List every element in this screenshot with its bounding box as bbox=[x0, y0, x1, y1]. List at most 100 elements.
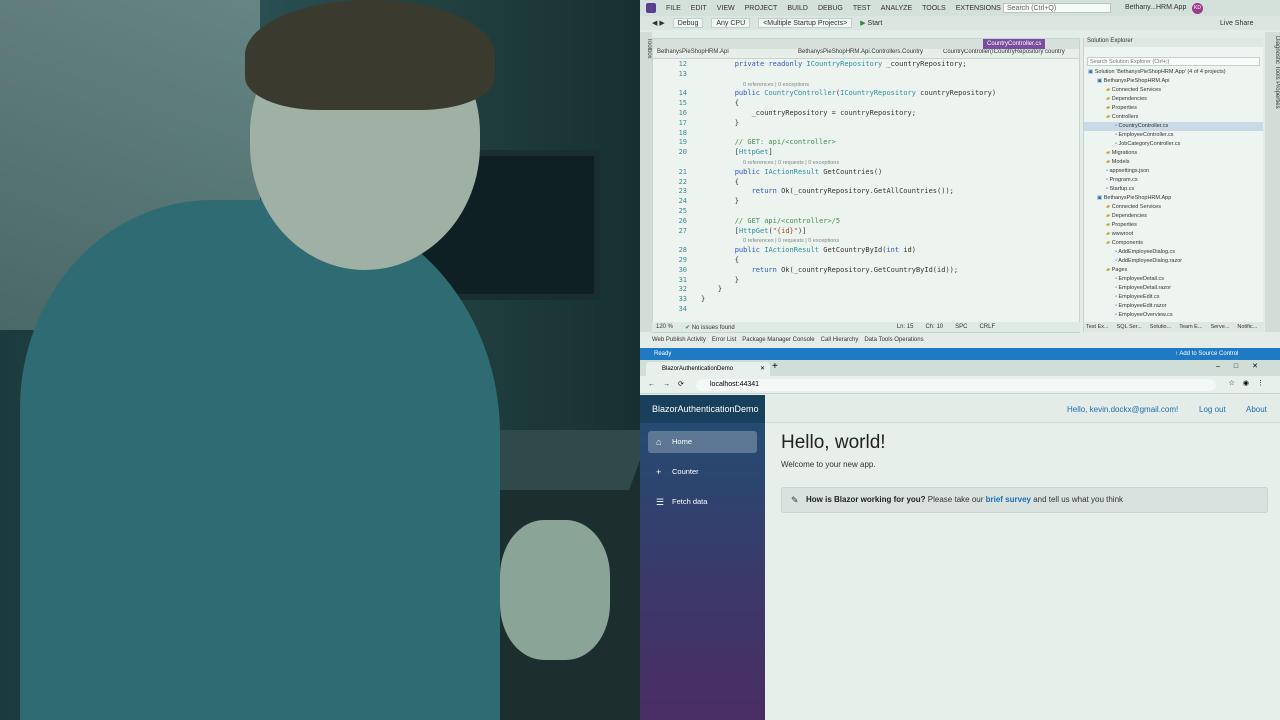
browser-tab[interactable]: BlazorAuthenticationDemo ✕ bbox=[646, 362, 770, 376]
vs-search-input[interactable]: Search (Ctrl+Q) bbox=[1003, 3, 1111, 13]
tree-item[interactable]: ▫ AddEmployeeDialog.cs bbox=[1084, 248, 1263, 257]
editor-status: 120 % ✔ No issues found Ln: 15 Ch: 10 SP… bbox=[652, 322, 1080, 332]
class-dropdown[interactable]: BethanysPieShopHRM.Api.Controllers.Count… bbox=[798, 49, 923, 55]
tree-item[interactable]: ▰ wwwroot bbox=[1084, 230, 1263, 239]
menu-item-tools[interactable]: TOOLS bbox=[922, 5, 946, 12]
solution-footer-tab[interactable]: Notific... bbox=[1237, 324, 1257, 330]
project-dropdown[interactable]: BethanysPieShopHRM.Api bbox=[657, 49, 729, 55]
about-link[interactable]: About bbox=[1246, 405, 1267, 414]
tree-item[interactable]: ▫ EmployeeOverview.cs bbox=[1084, 311, 1263, 320]
tree-item[interactable]: ▰ Properties bbox=[1084, 104, 1263, 113]
start-button[interactable]: ▶ Start bbox=[860, 19, 882, 27]
codelens-info[interactable]: 0 references | 0 requests | 0 exceptions bbox=[653, 238, 839, 244]
app-brand[interactable]: BlazorAuthenticationDemo bbox=[640, 395, 765, 423]
user-greeting-link[interactable]: Hello, kevin.dockx@gmail.com! bbox=[1067, 405, 1178, 414]
code-text: } bbox=[701, 197, 739, 206]
code-area[interactable]: 12 private readonly ICountryRepository _… bbox=[653, 60, 1073, 322]
bottom-tab[interactable]: Call Hierarchy bbox=[821, 337, 859, 343]
tree-item[interactable]: ▣ Solution 'BethanysPieShopHRM.App' (4 o… bbox=[1084, 68, 1263, 77]
zoom-level[interactable]: 120 % bbox=[656, 324, 673, 330]
solution-footer-tab[interactable]: Solutio... bbox=[1150, 324, 1171, 330]
new-tab-icon[interactable]: + bbox=[772, 361, 778, 372]
menu-item-debug[interactable]: DEBUG bbox=[818, 5, 843, 12]
diagnostic-tools-strip[interactable]: Diagnostic Tools Properties bbox=[1265, 32, 1280, 332]
tree-item[interactable]: ▰ Connected Services bbox=[1084, 203, 1263, 212]
tree-item[interactable]: ▰ Models bbox=[1084, 158, 1263, 167]
tree-item[interactable]: ▰ Connected Services bbox=[1084, 86, 1263, 95]
tree-item[interactable]: ▰ Migrations bbox=[1084, 149, 1263, 158]
tree-item[interactable]: ▫ Program.cs bbox=[1084, 176, 1263, 185]
bottom-tab[interactable]: Error List bbox=[712, 337, 736, 343]
nav-buttons[interactable]: ←→⟳ bbox=[648, 380, 692, 388]
bottom-tab[interactable]: Package Manager Console bbox=[742, 337, 814, 343]
tree-item-selected[interactable]: ▫ CountryController.cs bbox=[1084, 122, 1263, 131]
tab-country-controller[interactable]: CountryController.cs bbox=[983, 39, 1046, 49]
code-line: 32 } bbox=[653, 285, 1073, 295]
browser-tabstrip: BlazorAuthenticationDemo ✕ + –□✕ bbox=[640, 360, 1280, 376]
tree-item[interactable]: ▣ BethanysPieShopHRM.Api bbox=[1084, 77, 1263, 86]
tree-item[interactable]: ▫ EmployeeDetail.razor bbox=[1084, 284, 1263, 293]
tree-item[interactable]: ▫ Startup.cs bbox=[1084, 185, 1263, 194]
code-line: 12 private readonly ICountryRepository _… bbox=[653, 60, 1073, 70]
tree-item[interactable]: ▰ Dependencies bbox=[1084, 212, 1263, 221]
close-tab-icon[interactable]: ✕ bbox=[760, 362, 765, 376]
nav-item-fetch-data[interactable]: ☰ Fetch data bbox=[648, 491, 757, 513]
menu-item-test[interactable]: TEST bbox=[853, 5, 871, 12]
bottom-tab[interactable]: Web Publish Activity bbox=[652, 337, 706, 343]
solution-footer-tab[interactable]: SQL Ser... bbox=[1117, 324, 1142, 330]
tree-item[interactable]: ▰ Pages bbox=[1084, 266, 1263, 275]
tree-item-label: Pages bbox=[1111, 267, 1128, 273]
nav-back-icon[interactable]: ◀ ▶ bbox=[652, 19, 665, 27]
tree-item[interactable]: ▣ BethanysPieShopHRM.App bbox=[1084, 194, 1263, 203]
nav-item-counter[interactable]: + Counter bbox=[648, 461, 757, 483]
tree-item[interactable]: ▰ Controllers bbox=[1084, 113, 1263, 122]
url-input[interactable]: localhost:44341 bbox=[696, 379, 1216, 391]
menu-item-view[interactable]: VIEW bbox=[717, 5, 735, 12]
user-avatar[interactable]: KD bbox=[1192, 3, 1203, 14]
menu-item-build[interactable]: BUILD bbox=[787, 5, 808, 12]
tree-item[interactable]: ▫ EmployeeEdit.cs bbox=[1084, 293, 1263, 302]
menu-item-extensions[interactable]: EXTENSIONS bbox=[956, 5, 1001, 12]
code-line: 18 bbox=[653, 129, 1073, 139]
startup-select[interactable]: <Multiple Startup Projects> bbox=[758, 18, 853, 28]
tree-item[interactable]: ▰ Components bbox=[1084, 239, 1263, 248]
profile-icon[interactable]: ☆◉⋮ bbox=[1229, 379, 1272, 387]
platform-select[interactable]: Any CPU bbox=[711, 18, 751, 28]
tree-item[interactable]: ▫ EmployeeController.cs bbox=[1084, 131, 1263, 140]
code-line: 21 public IActionResult GetCountries() bbox=[653, 168, 1073, 178]
tree-item[interactable]: ▫ AddEmployeeDialog.razor bbox=[1084, 257, 1263, 266]
codelens-info[interactable]: 0 references | 0 requests | 0 exceptions bbox=[653, 160, 839, 166]
toolbox-strip[interactable]: Toolbox bbox=[640, 32, 652, 332]
solution-footer-tab[interactable]: Serve... bbox=[1210, 324, 1229, 330]
menu-item-file[interactable]: FILE bbox=[666, 5, 681, 12]
live-share-button[interactable]: Live Share bbox=[1220, 20, 1253, 27]
menu-item-edit[interactable]: EDIT bbox=[691, 5, 707, 12]
column-number: Ch: 10 bbox=[925, 324, 944, 330]
code-line: 20 [HttpGet] bbox=[653, 148, 1073, 158]
config-select[interactable]: Debug bbox=[672, 18, 704, 28]
solution-footer-tab[interactable]: Test Ex... bbox=[1086, 324, 1109, 330]
nav-item-home[interactable]: ⌂ Home bbox=[648, 431, 757, 453]
solution-footer-tab[interactable]: Team E... bbox=[1179, 324, 1202, 330]
tree-item[interactable]: ▫ EmployeeEdit.razor bbox=[1084, 302, 1263, 311]
menu-item-analyze[interactable]: ANALYZE bbox=[881, 5, 912, 12]
address-bar: ←→⟳ localhost:44341 ☆◉⋮ bbox=[640, 376, 1280, 394]
logout-link[interactable]: Log out bbox=[1199, 405, 1226, 414]
tree-item[interactable]: ▰ Dependencies bbox=[1084, 95, 1263, 104]
brief-survey-link[interactable]: brief survey bbox=[986, 495, 1031, 504]
survey-question: How is Blazor working for you? bbox=[806, 495, 926, 504]
code-text: } bbox=[701, 285, 723, 294]
window-controls[interactable]: –□✕ bbox=[1216, 362, 1272, 370]
solution-search-input[interactable]: Search Solution Explorer (Ctrl+;) bbox=[1087, 57, 1260, 66]
member-dropdown[interactable]: CountryController(ICountryRepository cou… bbox=[943, 49, 1073, 55]
tree-item[interactable]: ▫ appsettings.json bbox=[1084, 167, 1263, 176]
menu-item-project[interactable]: PROJECT bbox=[745, 5, 778, 12]
tree-item[interactable]: ▰ Properties bbox=[1084, 221, 1263, 230]
tree-item[interactable]: ▫ JobCategoryController.cs bbox=[1084, 140, 1263, 149]
codelens-info[interactable]: 0 references | 0 exceptions bbox=[653, 82, 809, 88]
tree-item[interactable]: ▫ EmployeeDetail.cs bbox=[1084, 275, 1263, 284]
line-number: 21 bbox=[678, 167, 687, 176]
bottom-tab[interactable]: Data Tools Operations bbox=[864, 337, 923, 343]
code-text: private readonly ICountryRepository _cou… bbox=[734, 60, 967, 68]
source-control-button[interactable]: ↑ Add to Source Control bbox=[1175, 348, 1238, 360]
